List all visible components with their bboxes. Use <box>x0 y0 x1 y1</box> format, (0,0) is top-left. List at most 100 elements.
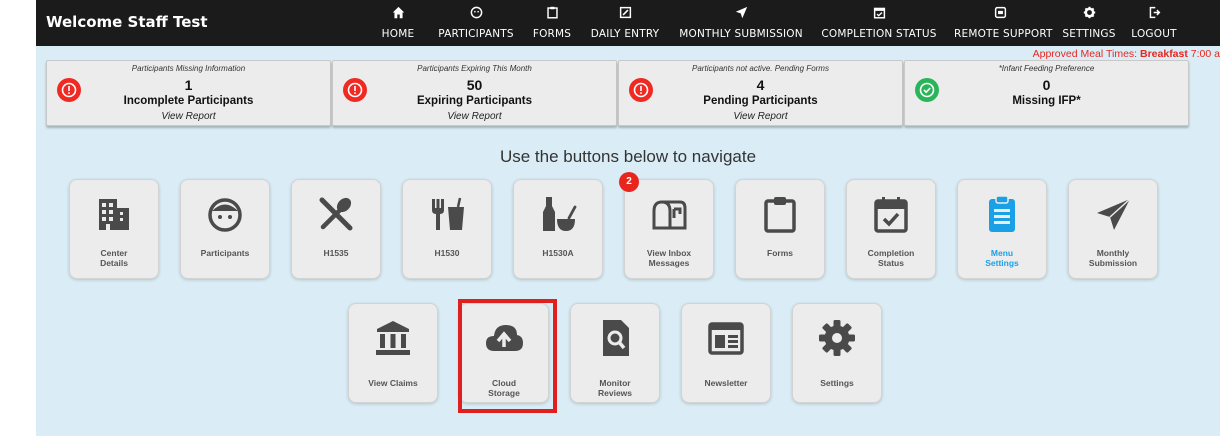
tile-label: Center Details <box>100 248 128 268</box>
view-report-link[interactable]: View Report <box>333 111 616 122</box>
welcome-title: Welcome Staff Test <box>46 13 208 31</box>
card-caption: Participants not active. Pending Forms <box>692 64 829 73</box>
tile-newsletter[interactable]: Newsletter <box>681 303 771 403</box>
nav-label: SETTINGS <box>1062 28 1116 40</box>
tile-menu-settings[interactable]: Menu Settings <box>957 179 1047 279</box>
tile-label: Forms <box>767 248 793 258</box>
nav-daily-entry[interactable]: DAILY ENTRY <box>590 4 660 42</box>
file-search-icon <box>571 318 659 358</box>
edit-icon <box>590 6 660 24</box>
tile-label: H1535 <box>323 248 349 258</box>
send-icon <box>678 6 804 24</box>
nav-label: MONTHLY SUBMISSION <box>679 28 803 40</box>
nav-label: COMPLETION STATUS <box>821 28 937 40</box>
tile-label: Settings <box>820 378 854 388</box>
tile-label: Monthly Submission <box>1088 248 1138 268</box>
nav-label: DAILY ENTRY <box>590 28 660 40</box>
card-label: Missing IFP* <box>1012 95 1081 107</box>
building-icon <box>70 194 158 234</box>
dashboard-panel: Approved Meal Times: Breakfast 7:00 a Pa… <box>36 46 1220 436</box>
card-missing-ifp: *Infant Feeding Preference 0 Missing IFP… <box>904 60 1189 126</box>
nav-completion-status[interactable]: COMPLETION STATUS <box>820 4 938 42</box>
navigation-prompt: Use the buttons below to navigate <box>499 147 757 166</box>
nav-remote-support[interactable]: REMOTE SUPPORT <box>954 4 1053 42</box>
card-count: 4 <box>756 77 765 93</box>
paper-plane-icon <box>1069 194 1157 234</box>
nav-label: FORMS <box>532 28 572 40</box>
tile-monthly-submission[interactable]: Monthly Submission <box>1068 179 1158 279</box>
home-icon <box>376 6 420 24</box>
tile-label: View Claims <box>368 378 418 388</box>
gear-icon <box>1060 6 1118 24</box>
tile-forms[interactable]: Forms <box>735 179 825 279</box>
smile-icon <box>428 6 524 24</box>
tile-label: Newsletter <box>704 378 748 388</box>
mailbox-icon <box>625 194 713 234</box>
nav-monthly-submission[interactable]: MONTHLY SUBMISSION <box>678 4 804 42</box>
nav-label: REMOTE SUPPORT <box>954 28 1053 40</box>
calendar-check-icon <box>847 194 935 234</box>
tile-label: Menu Settings <box>985 248 1019 268</box>
nav-label: PARTICIPANTS <box>438 28 514 40</box>
nav-logout[interactable]: LOGOUT <box>1128 4 1180 42</box>
tile-h1530a[interactable]: H1530A <box>513 179 603 279</box>
tile-label: Completion Status <box>867 248 915 268</box>
tile-h1535[interactable]: H1535 <box>291 179 381 279</box>
card-caption: Participants Missing Information <box>131 64 246 73</box>
card-label: Incomplete Participants <box>123 95 254 107</box>
nav-home[interactable]: HOME <box>376 4 420 42</box>
cloud-upload-icon <box>460 318 548 358</box>
utensils-icon <box>292 194 380 234</box>
card-label: Pending Participants <box>703 95 818 107</box>
menu-clipboard-icon <box>958 194 1046 234</box>
bank-icon <box>349 318 437 358</box>
ticker-meal: Breakfast <box>1140 48 1188 60</box>
card-pending-participants: Participants not active. Pending Forms 4… <box>618 60 903 126</box>
ticker-time: 7:00 a <box>1187 48 1220 60</box>
tile-label: Cloud Storage <box>488 378 520 398</box>
child-face-icon <box>181 194 269 234</box>
view-report-link[interactable]: View Report <box>619 111 902 122</box>
card-caption: *Infant Feeding Preference <box>998 64 1095 73</box>
bottle-bowl-icon <box>514 194 602 234</box>
card-count: 1 <box>184 77 193 93</box>
tile-cloud-storage[interactable]: Cloud Storage <box>459 303 549 403</box>
top-nav-bar: Welcome Staff Test HOME PARTICIPANTS FOR… <box>36 0 1220 46</box>
logout-icon <box>1128 6 1180 24</box>
card-caption: Participants Expiring This Month <box>417 64 532 73</box>
tile-participants[interactable]: Participants <box>180 179 270 279</box>
meal-times-ticker: Approved Meal Times: Breakfast 7:00 a <box>1033 48 1220 60</box>
remote-icon <box>954 6 1046 24</box>
tile-label: H1530A <box>542 248 574 258</box>
nav-forms[interactable]: FORMS <box>530 4 574 42</box>
tile-completion-status[interactable]: Completion Status <box>846 179 936 279</box>
card-count: 50 <box>466 77 483 93</box>
card-expiring-participants: Participants Expiring This Month 50 Expi… <box>332 60 617 126</box>
nav-label: LOGOUT <box>1131 28 1177 40</box>
calendar-check-icon <box>820 6 938 24</box>
nav-label: HOME <box>381 28 415 40</box>
tile-monitor-reviews[interactable]: Monitor Reviews <box>570 303 660 403</box>
view-report-link[interactable]: View Report <box>47 111 330 122</box>
tile-view-inbox-messages[interactable]: 2 View Inbox Messages <box>619 172 714 279</box>
nav-settings[interactable]: SETTINGS <box>1060 4 1118 42</box>
clipboard-icon <box>736 194 824 234</box>
card-count: 0 <box>1042 77 1051 93</box>
ticker-prefix: Approved Meal Times: <box>1032 48 1140 60</box>
unread-count-badge: 2 <box>619 172 639 192</box>
tile-view-claims[interactable]: View Claims <box>348 303 438 403</box>
tile-center-details[interactable]: Center Details <box>69 179 159 279</box>
tile-label: Participants <box>200 248 250 258</box>
tile-label: View Inbox Messages <box>646 248 692 268</box>
tile-settings[interactable]: Settings <box>792 303 882 403</box>
card-incomplete-participants: Participants Missing Information 1 Incom… <box>46 60 331 126</box>
card-label: Expiring Participants <box>416 95 533 107</box>
tile-label: Monitor Reviews <box>597 378 633 398</box>
clipboard-icon <box>530 6 574 24</box>
gear-icon <box>793 318 881 358</box>
newspaper-icon <box>682 318 770 358</box>
fork-cup-icon <box>403 194 491 234</box>
tile-label: H1530 <box>434 248 460 258</box>
tile-h1530[interactable]: H1530 <box>402 179 492 279</box>
nav-participants[interactable]: PARTICIPANTS <box>428 4 524 42</box>
